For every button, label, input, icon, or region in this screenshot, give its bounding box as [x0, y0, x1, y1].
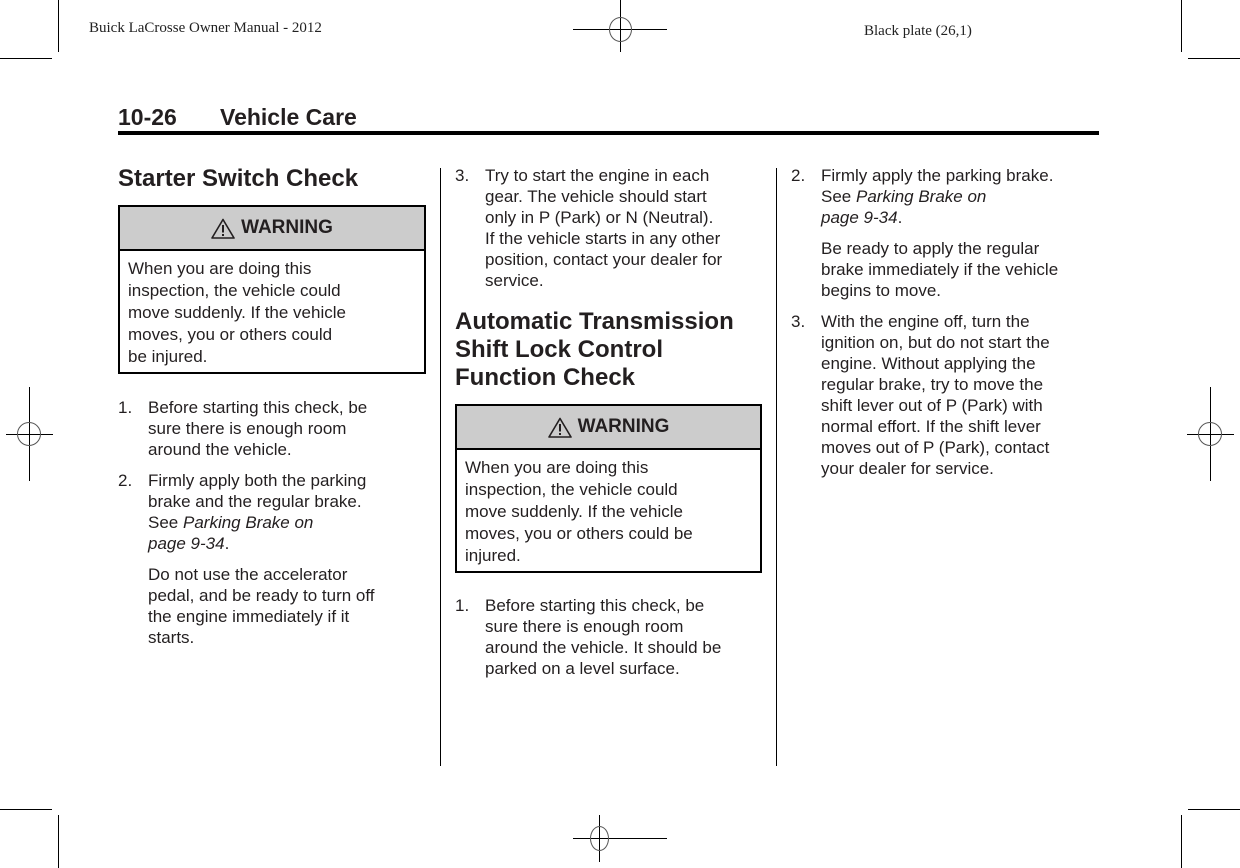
- page-number: 10-26: [118, 104, 177, 130]
- warning-label: WARNING: [241, 217, 333, 238]
- warning-text: When you are doing this inspection, the …: [120, 251, 424, 374]
- warning-line: move suddenly. If the vehicle: [465, 502, 683, 521]
- crop-mark: [1188, 58, 1240, 59]
- step-text: engine. Without applying the: [821, 354, 1036, 373]
- step-text: ignition on, but do not start the: [821, 333, 1050, 352]
- warning-line: move suddenly. If the vehicle: [128, 303, 346, 322]
- header-rule: [118, 131, 1099, 135]
- step-text: sure there is enough room: [148, 419, 347, 438]
- warning-triangle-icon: [547, 417, 572, 438]
- crop-mark: [1181, 815, 1182, 868]
- step-text: pedal, and be ready to turn off: [148, 586, 375, 605]
- step-number: 3.: [791, 312, 806, 331]
- warning-line: be injured.: [128, 347, 208, 366]
- step-text: With the engine off, turn the: [821, 312, 1030, 331]
- step-number: 3.: [455, 166, 470, 185]
- step-number: 2.: [791, 166, 806, 185]
- page-reference-link[interactable]: page 9-34: [148, 534, 225, 553]
- step-text: Firmly apply the parking brake.: [821, 166, 1054, 185]
- see-text: See: [148, 513, 183, 532]
- section-header: 10-26 Vehicle Care: [118, 104, 357, 131]
- step-text: around the vehicle. It should be: [485, 638, 722, 657]
- warning-line: When you are doing this: [128, 259, 312, 278]
- step-text: moves out of P (Park), contact: [821, 438, 1050, 457]
- step-text: Before starting this check, be: [148, 398, 368, 417]
- crop-mark: [1181, 0, 1182, 52]
- punctuation: .: [897, 208, 903, 227]
- column-divider: [776, 168, 777, 766]
- step-text: only in P (Park) or N (Neutral).: [485, 208, 714, 227]
- step-text: your dealer for service.: [821, 459, 994, 478]
- list-item: 1. Before starting this check, be sure t…: [455, 595, 765, 679]
- step-text: the engine immediately if it: [148, 607, 350, 626]
- see-text: See: [821, 187, 856, 206]
- step-text: Before starting this check, be: [485, 596, 705, 615]
- step-text: shift lever out of P (Park) with: [821, 396, 1043, 415]
- warning-line: inspection, the vehicle could: [128, 281, 341, 300]
- step-text: position, contact your dealer for: [485, 250, 723, 269]
- heading-line: Automatic Transmission: [455, 308, 734, 335]
- crop-mark: [0, 58, 52, 59]
- shift-lock-steps-list: 1. Before starting this check, be sure t…: [455, 595, 765, 689]
- step-number: 1.: [455, 596, 470, 615]
- step-number: 1.: [118, 398, 133, 417]
- starter-steps-list: 1. Before starting this check, be sure t…: [118, 397, 428, 658]
- warning-text: When you are doing this inspection, the …: [457, 450, 760, 573]
- crop-mark: [0, 809, 52, 810]
- warning-triangle-icon: [211, 218, 235, 239]
- step-text: around the vehicle.: [148, 440, 292, 459]
- heading-starter-switch-check: Starter Switch Check: [118, 165, 359, 192]
- warning-line: injured.: [465, 546, 521, 565]
- step-text: parked on a level surface.: [485, 659, 680, 678]
- heading-shift-lock-check: Automatic Transmission Shift Lock Contro…: [455, 308, 734, 392]
- warning-line: When you are doing this: [465, 458, 649, 477]
- step-text: Firmly apply both the parking: [148, 471, 367, 490]
- step-text: gear. The vehicle should start: [485, 187, 707, 206]
- page-reference-link[interactable]: Parking Brake on: [183, 513, 313, 532]
- shift-lock-steps-continued: 2. Firmly apply the parking brake. See P…: [791, 165, 1101, 489]
- warning-header: WARNING: [120, 207, 424, 251]
- column-1: Starter Switch Check: [118, 165, 358, 193]
- step-text: Do not use the accelerator: [148, 565, 348, 584]
- step-text: Try to start the engine in each: [485, 166, 710, 185]
- step-text: begins to move.: [821, 281, 942, 300]
- heading-line: Shift Lock Control: [455, 336, 663, 363]
- punctuation: .: [224, 534, 230, 553]
- step-text: brake immediately if the vehicle: [821, 260, 1059, 279]
- step-text: sure there is enough room: [485, 617, 684, 636]
- step-text: service.: [485, 271, 544, 290]
- step-text: If the vehicle starts in any other: [485, 229, 721, 248]
- step-text: regular brake, try to move the: [821, 375, 1044, 394]
- crop-mark: [1188, 809, 1240, 810]
- plate-label: Black plate (26,1): [864, 23, 972, 39]
- warning-line: moves, you or others could be: [465, 524, 693, 543]
- step-text: brake and the regular brake.: [148, 492, 362, 511]
- starter-steps-continued: 3. Try to start the engine in each gear.…: [455, 165, 765, 301]
- step-text: Be ready to apply the regular: [821, 239, 1040, 258]
- warning-line: inspection, the vehicle could: [465, 480, 678, 499]
- list-item: 2. Firmly apply both the parking brake a…: [118, 470, 428, 648]
- column-divider: [440, 168, 441, 766]
- heading-line: Function Check: [455, 364, 636, 391]
- crop-mark: [58, 0, 59, 52]
- section-title: Vehicle Care: [220, 104, 357, 130]
- step-text: normal effort. If the shift lever: [821, 417, 1041, 436]
- list-item: 1. Before starting this check, be sure t…: [118, 397, 428, 460]
- step-text: starts.: [148, 628, 195, 647]
- manual-title: Buick LaCrosse Owner Manual - 2012: [89, 20, 322, 36]
- step-number: 2.: [118, 471, 133, 490]
- list-item: 3. Try to start the engine in each gear.…: [455, 165, 765, 291]
- list-item: 2. Firmly apply the parking brake. See P…: [791, 165, 1101, 301]
- crop-mark: [58, 815, 59, 868]
- warning-box-starter: WARNING When you are doing this inspecti…: [118, 205, 426, 374]
- warning-line: moves, you or others could: [128, 325, 333, 344]
- page-reference-link[interactable]: page 9-34: [821, 208, 898, 227]
- page-reference-link[interactable]: Parking Brake on: [856, 187, 986, 206]
- warning-label: WARNING: [577, 416, 670, 437]
- warning-box-shift-lock: WARNING When you are doing this inspecti…: [455, 404, 762, 573]
- warning-header: WARNING: [457, 406, 760, 450]
- list-item: 3. With the engine off, turn the ignitio…: [791, 311, 1101, 479]
